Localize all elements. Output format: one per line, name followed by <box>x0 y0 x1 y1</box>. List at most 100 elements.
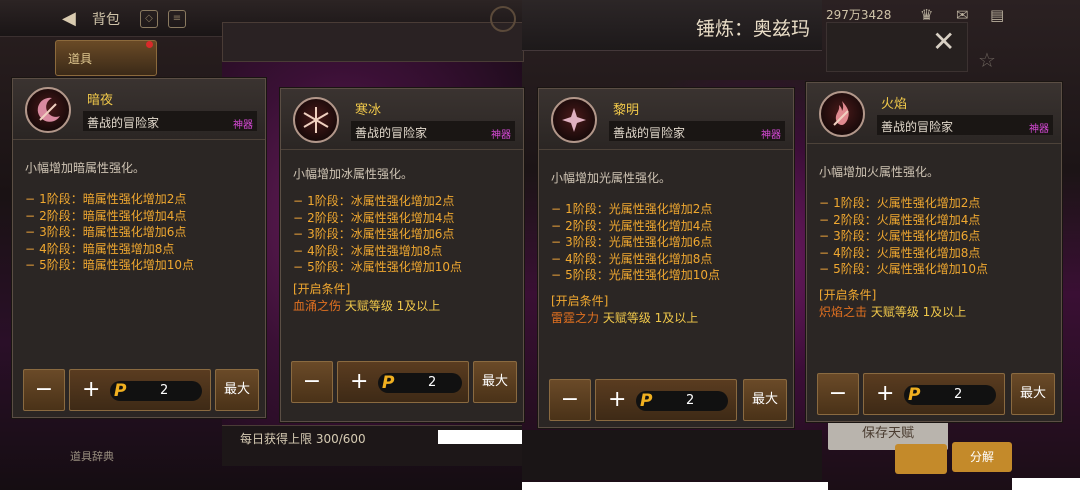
condition-skill: 炽焰之击 <box>819 305 868 319</box>
level-item: −2阶段：冰属性强化增加4点 <box>293 210 455 225</box>
list-icon[interactable]: ≡ <box>168 10 186 28</box>
owner-label: 善战的冒险家 <box>355 126 428 140</box>
item-dictionary-link[interactable]: 道具辞典 <box>70 448 114 464</box>
max-button[interactable]: 最大 <box>473 361 517 403</box>
decrease-button[interactable]: − <box>291 361 333 403</box>
rarity-badge: 神器 <box>761 130 781 141</box>
flame-sword-icon <box>819 91 865 137</box>
daily-limit-text: 每日获得上限 300/600 <box>240 432 366 446</box>
level-item: −2阶段：暗属性强化增加4点 <box>25 208 187 223</box>
back-arrow-icon[interactable]: ◀ <box>62 8 76 29</box>
increase-button[interactable]: + P 2 <box>337 361 469 403</box>
points-pill: P 2 <box>110 381 202 401</box>
point-controls: − + P 2 最大 <box>817 373 1057 415</box>
level-item: −4阶段：暗属性强增加8点 <box>25 241 175 256</box>
point-value: 2 <box>686 393 695 408</box>
talent-card-dark: 暗夜 善战的冒险家 神器 小幅增加暗属性强化。 −1阶段：暗属性强化增加2点 −… <box>12 78 266 418</box>
max-button[interactable]: 最大 <box>743 379 787 421</box>
level-item: −1阶段：光属性强化增加2点 <box>551 202 713 216</box>
gold-button[interactable] <box>895 444 947 474</box>
talent-card-ice: 寒冰 善战的冒险家 神器 小幅增加冰属性强化。 −1阶段：冰属性强化增加2点 −… <box>280 88 524 422</box>
currency-display: 297万3428 <box>826 8 892 22</box>
pet-icon[interactable]: ◇ <box>140 10 158 28</box>
level-item: −3阶段：冰属性强化增加6点 <box>293 227 455 241</box>
owner-bar: 善战的冒险家 神器 <box>877 115 1053 135</box>
tab-items-label: 道具 <box>68 52 93 66</box>
rarity-badge: 神器 <box>1029 124 1049 135</box>
level-item: −5阶段：光属性强化增加10点 <box>551 268 720 282</box>
talent-description: 小幅增加光属性强化。 <box>551 171 672 185</box>
points-pill: P 2 <box>378 373 462 393</box>
unlock-condition: [开启条件] 炽焰之击 天赋等级 1及以上 <box>819 287 966 321</box>
talent-description: 小幅增加暗属性强化。 <box>25 161 146 175</box>
decrease-button[interactable]: − <box>817 373 859 415</box>
level-list: −1阶段：光属性强化增加2点 −2阶段：光属性强化增加4点 −3阶段：光属性强化… <box>551 201 720 284</box>
star-icon[interactable]: ☆ <box>978 48 996 72</box>
point-icon: P <box>382 373 395 393</box>
condition-skill: 血涌之伤 <box>293 299 342 313</box>
level-list: −1阶段：火属性强化增加2点 −2阶段：火属性强化增加4点 −3阶段：火属性强化… <box>819 195 988 278</box>
level-item: −5阶段：暗属性强化增加10点 <box>25 258 194 272</box>
level-list: −1阶段：冰属性强化增加2点 −2阶段：冰属性强化增加4点 −3阶段：冰属性强化… <box>293 193 462 276</box>
close-icon[interactable]: ✕ <box>932 28 955 56</box>
unlock-condition: [开启条件] 雷霆之力 天赋等级 1及以上 <box>551 293 698 327</box>
increase-button[interactable]: + P 2 <box>69 369 211 411</box>
condition-requirement: 天赋等级 1及以上 <box>344 299 441 313</box>
decrease-button[interactable]: − <box>549 379 591 421</box>
level-list: −1阶段：暗属性强化增加2点 −2阶段：暗属性强化增加4点 −3阶段：暗属性强化… <box>25 191 194 274</box>
points-pill: P 2 <box>904 385 996 405</box>
owner-label: 善战的冒险家 <box>87 116 160 130</box>
card-header: 黎明 善战的冒险家 神器 <box>539 89 793 150</box>
card-header: 暗夜 善战的冒险家 神器 <box>13 79 265 140</box>
level-item: −1阶段：暗属性强化增加2点 <box>25 192 187 206</box>
bottom-blank-2 <box>1012 478 1080 490</box>
level-item: −4阶段：火属性强化增加8点 <box>819 245 981 260</box>
level-item: −5阶段：冰属性强化增加10点 <box>293 260 462 274</box>
talent-card-fire: 火焰 善战的冒险家 神器 小幅增加火属性强化。 −1阶段：火属性强化增加2点 −… <box>806 82 1062 422</box>
talent-card-light: 黎明 善战的冒险家 神器 小幅增加光属性强化。 −1阶段：光属性强化增加2点 −… <box>538 88 794 428</box>
max-button[interactable]: 最大 <box>215 369 259 411</box>
chat-icon[interactable]: ▤ <box>990 6 1004 24</box>
increase-button[interactable]: + P 2 <box>595 379 737 421</box>
level-item: −4阶段：光属性强化增加8点 <box>551 251 713 266</box>
notification-dot <box>146 41 153 48</box>
plus-icon: + <box>350 369 369 394</box>
decrease-button[interactable]: − <box>23 369 65 411</box>
level-item: −3阶段：火属性强化增加6点 <box>819 229 981 243</box>
condition-title: [开启条件] <box>819 288 877 302</box>
talent-name: 寒冰 <box>355 103 382 118</box>
light-star-sword-icon <box>551 97 597 143</box>
talent-name: 暗夜 <box>87 93 114 108</box>
ring-icon <box>490 6 516 32</box>
owner-bar: 善战的冒险家 神器 <box>351 121 515 141</box>
snowflake-sword-icon <box>293 97 339 143</box>
level-item: −1阶段：冰属性强化增加2点 <box>293 194 455 208</box>
level-item: −1阶段：火属性强化增加2点 <box>819 196 981 210</box>
dark-crescent-sword-icon <box>25 87 71 133</box>
condition-title: [开启条件] <box>293 282 351 296</box>
blank-field <box>438 430 522 444</box>
tab-items[interactable]: 道具 <box>55 40 157 76</box>
back-title: 背包 <box>92 12 120 28</box>
split-button[interactable]: 分解 <box>952 442 1012 472</box>
talent-description: 小幅增加火属性强化。 <box>819 165 940 179</box>
point-icon: P <box>114 381 127 401</box>
condition-requirement: 天赋等级 1及以上 <box>602 311 699 325</box>
card-header: 火焰 善战的冒险家 神器 <box>807 83 1061 144</box>
rarity-badge: 神器 <box>233 120 253 131</box>
owner-label: 善战的冒险家 <box>613 126 686 140</box>
bottom-strip-right <box>522 430 822 480</box>
plus-icon: + <box>82 377 101 402</box>
level-item: −2阶段：光属性强化增加4点 <box>551 218 713 233</box>
condition-title: [开启条件] <box>551 294 609 308</box>
condition-requirement: 天赋等级 1及以上 <box>870 305 967 319</box>
unlock-condition: [开启条件] 血涌之伤 天赋等级 1及以上 <box>293 281 440 315</box>
owner-bar: 善战的冒险家 神器 <box>609 121 785 141</box>
window-header: 锤炼：奥兹玛 <box>522 0 822 51</box>
point-value: 2 <box>160 383 169 398</box>
window-title: 锤炼：奥兹玛 <box>695 18 810 40</box>
point-controls: − + P 2 最大 <box>549 379 789 421</box>
increase-button[interactable]: + P 2 <box>863 373 1005 415</box>
points-pill: P 2 <box>636 391 728 411</box>
max-button[interactable]: 最大 <box>1011 373 1055 415</box>
